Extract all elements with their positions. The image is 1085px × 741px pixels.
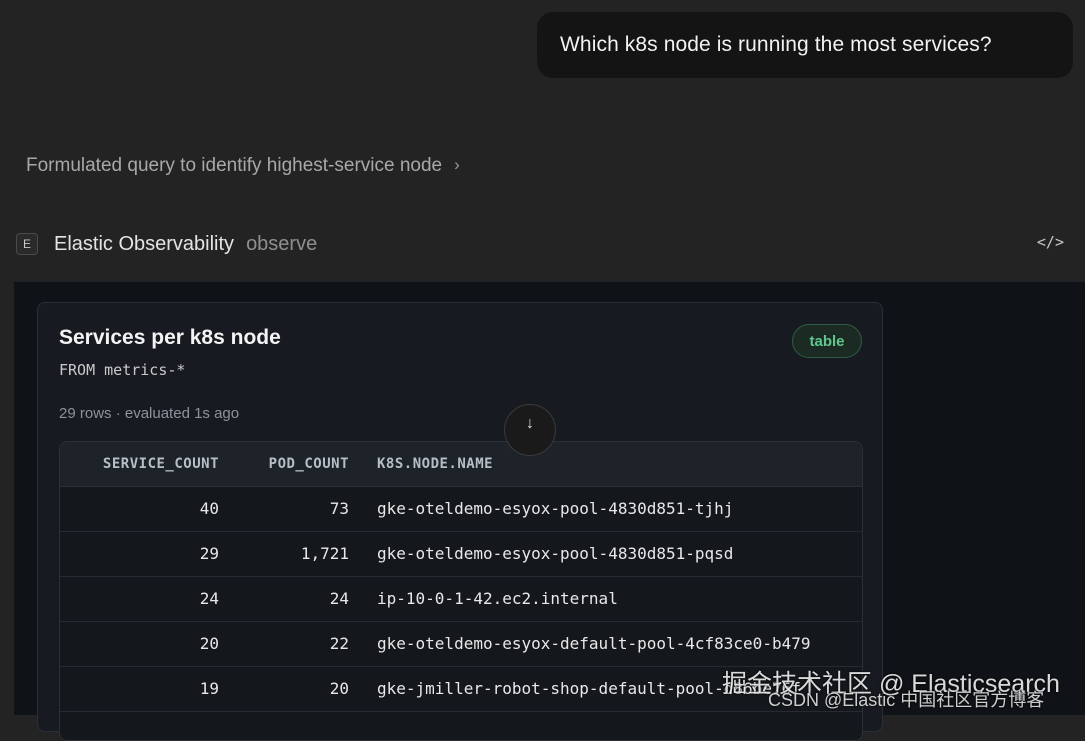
code-view-icon[interactable]: </> [1037, 233, 1064, 251]
reasoning-toggle[interactable]: Formulated query to identify highest-ser… [26, 152, 460, 180]
cell-node-name: gke-oteldemo-esyox-pool-4830d851-pqsd [349, 531, 862, 577]
tool-name: Elastic Observability [54, 232, 235, 255]
card-meta: 29 rows · evaluated 1s ago [59, 405, 240, 422]
user-message-text: Which k8s node is running the most servi… [560, 33, 992, 56]
table-header-row: SERVICE_COUNT POD_COUNT K8S.NODE.NAME [60, 442, 862, 487]
cell-service-count: 40 [60, 486, 219, 532]
cell-pod-count: 1,721 [219, 531, 349, 577]
scroll-down-button[interactable]: ↓ [504, 404, 556, 456]
column-header-node-name: K8S.NODE.NAME [349, 442, 862, 487]
tool-operation: observe [246, 232, 318, 255]
watermark-line-2: CSDN @Elastic 中国社区官方博客 [768, 690, 1045, 710]
table-row: 20 22 gke-oteldemo-esyox-default-pool-4c… [60, 621, 862, 667]
card-query: FROM metrics-* [59, 361, 186, 379]
cell-service-count: 19 [60, 666, 219, 712]
chevron-right-icon: › [454, 155, 460, 174]
tool-call-header: E Elastic Observability observe </> [16, 230, 1076, 258]
cell-pod-count: 73 [219, 486, 349, 532]
type-badge: table [792, 324, 862, 358]
table-row: 40 73 gke-oteldemo-esyox-pool-4830d851-t… [60, 486, 862, 532]
tool-badge-icon: E [16, 233, 38, 255]
cell-service-count: 24 [60, 576, 219, 622]
cell-pod-count: 20 [219, 666, 349, 712]
cell-node-name: gke-oteldemo-esyox-default-pool-4cf83ce0… [349, 621, 862, 667]
table-row: 29 1,721 gke-oteldemo-esyox-pool-4830d85… [60, 531, 862, 577]
cell-pod-count: 22 [219, 621, 349, 667]
table-row: 24 24 ip-10-0-1-42.ec2.internal [60, 576, 862, 622]
card-title: Services per k8s node [59, 326, 281, 349]
cell-node-name: ip-10-0-1-42.ec2.internal [349, 576, 862, 622]
tool-result-panel: Services per k8s node FROM metrics-* 29 … [14, 281, 1085, 741]
cell-node-name: gke-oteldemo-esyox-pool-4830d851-tjhj [349, 486, 862, 532]
cell-service-count: 29 [60, 531, 219, 577]
column-header-pod-count: POD_COUNT [219, 442, 349, 487]
arrow-down-icon: ↓ [526, 415, 534, 432]
cell-pod-count: 24 [219, 576, 349, 622]
reasoning-label: Formulated query to identify highest-ser… [26, 155, 443, 176]
user-message-bubble: Which k8s node is running the most servi… [537, 12, 1073, 78]
cell-service-count: 20 [60, 621, 219, 667]
column-header-service-count: SERVICE_COUNT [60, 442, 219, 487]
